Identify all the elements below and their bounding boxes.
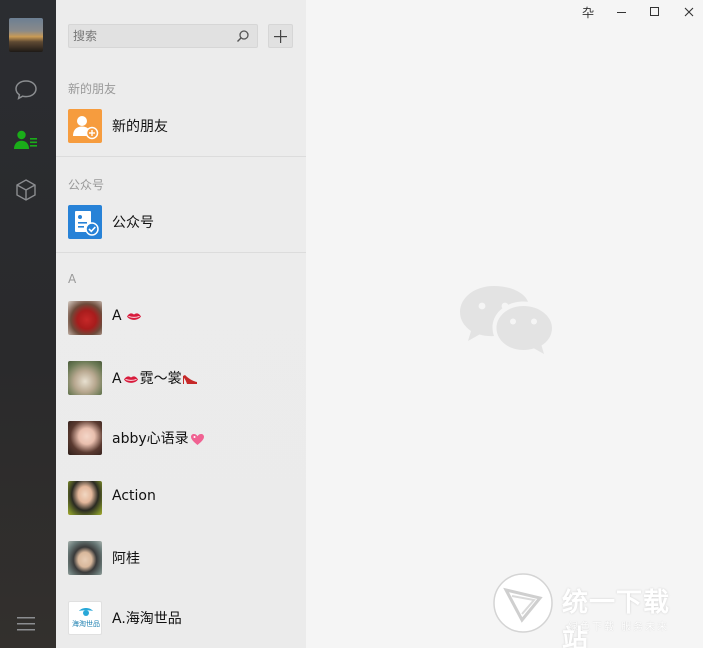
contact-item[interactable]: A 霓～裳 xyxy=(56,348,306,408)
section-header-official: 公众号 xyxy=(68,178,105,192)
new-friends-item[interactable]: 新的朋友 xyxy=(56,96,306,156)
contact-item[interactable]: A xyxy=(56,288,306,348)
contact-name-prefix: A xyxy=(112,371,122,387)
section-header-a: A xyxy=(68,272,77,286)
haitao-logo-icon xyxy=(79,608,93,616)
official-accounts-item[interactable]: 公众号 xyxy=(56,192,306,252)
hamburger-icon xyxy=(17,617,35,631)
contact-item[interactable]: abby心语录 xyxy=(56,408,306,468)
contact-name: Action xyxy=(112,488,156,504)
favorites-tab[interactable] xyxy=(10,174,42,206)
section-header-new-friends: 新的朋友 xyxy=(68,82,117,96)
add-contact-button[interactable] xyxy=(268,24,293,48)
maximize-button[interactable] xyxy=(641,2,669,22)
contacts-icon xyxy=(14,130,37,149)
official-account-icon xyxy=(68,205,102,239)
contact-avatar xyxy=(68,361,102,395)
contact-avatar xyxy=(68,481,102,515)
chat-tab[interactable] xyxy=(10,74,42,106)
plus-icon xyxy=(274,29,287,43)
wechat-logo-icon xyxy=(460,286,552,354)
nav-sidebar xyxy=(0,0,56,648)
pin-icon: 卆 xyxy=(581,5,594,20)
sparkling-heart-icon xyxy=(190,433,204,445)
contacts-panel: 新的朋友 新的朋友 公众号 公众号 xyxy=(56,0,306,648)
contact-item[interactable]: 海淘世品 A.海淘世品 xyxy=(56,588,306,648)
contact-avatar: 海淘世品 xyxy=(68,601,102,635)
search-icon[interactable] xyxy=(236,29,250,43)
site-watermark: 统一下载站 绿色下载 服务未来 xyxy=(492,570,692,648)
new-friends-label: 新的朋友 xyxy=(112,119,168,135)
cube-icon xyxy=(16,179,36,201)
contact-name: 阿桂 xyxy=(112,551,140,567)
contact-item[interactable]: Action xyxy=(56,468,306,528)
contact-avatar xyxy=(68,421,102,455)
minimize-button[interactable] xyxy=(608,2,636,22)
user-avatar[interactable] xyxy=(9,18,43,52)
watermark-title: 统一下载站 xyxy=(562,588,671,648)
lips-emoji-icon xyxy=(123,375,138,383)
chat-main-area: 卆 统一下载站 绿色下载 服务未来 xyxy=(306,0,703,648)
minimize-icon xyxy=(617,12,626,13)
official-accounts-label: 公众号 xyxy=(112,215,154,231)
contact-avatar xyxy=(68,301,102,335)
search-box[interactable] xyxy=(68,24,258,48)
lips-emoji-icon xyxy=(126,312,141,320)
divider xyxy=(56,252,306,253)
contacts-tab[interactable] xyxy=(10,124,42,156)
close-button[interactable] xyxy=(675,2,703,22)
maximize-icon xyxy=(650,7,659,16)
contact-name: abby心语录 xyxy=(112,431,189,447)
search-input[interactable] xyxy=(69,25,233,47)
menu-button[interactable] xyxy=(10,608,42,640)
chat-bubble-icon xyxy=(15,80,37,100)
pin-window-button[interactable]: 卆 xyxy=(574,2,602,22)
high-heel-emoji-icon xyxy=(182,375,197,384)
contact-name-suffix: 霓～裳 xyxy=(139,371,182,387)
contact-name: A xyxy=(112,308,122,324)
contact-item[interactable]: 阿桂 xyxy=(56,528,306,588)
watermark-subtitle: 绿色下载 服务未来 xyxy=(568,622,670,633)
avatar-logo-text: 海淘世品 xyxy=(72,620,100,628)
close-icon xyxy=(684,7,694,17)
contact-name: A.海淘世品 xyxy=(112,611,182,627)
watermark-logo-icon xyxy=(493,573,553,633)
contact-avatar xyxy=(68,541,102,575)
new-friend-icon xyxy=(68,109,102,143)
divider xyxy=(56,156,306,157)
